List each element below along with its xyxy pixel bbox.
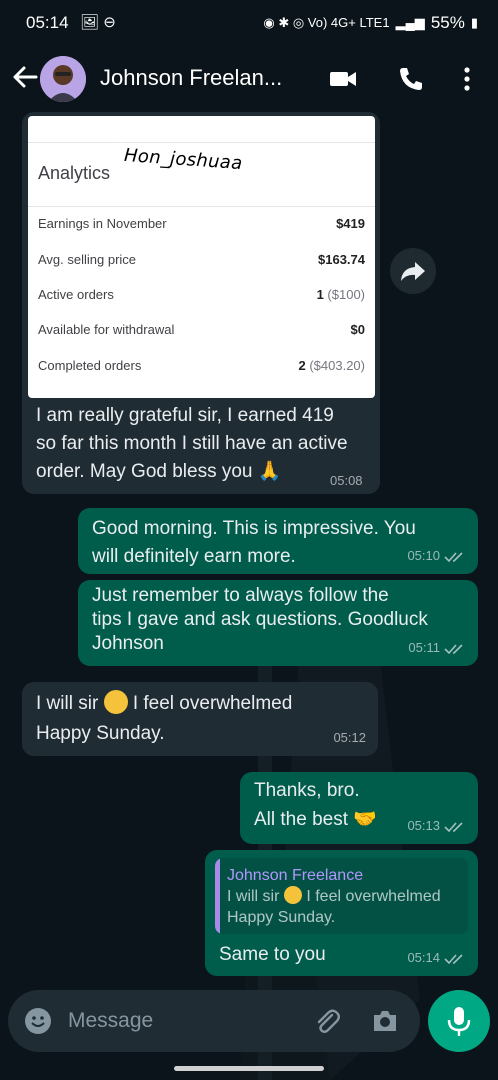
- row-value: $0: [350, 322, 365, 337]
- analytics-row: Earnings in November $419: [38, 216, 365, 231]
- message-bubble-outgoing[interactable]: Good morning. This is impressive. You wi…: [78, 508, 478, 574]
- attach-icon[interactable]: [312, 1006, 342, 1036]
- status-right: ◉ ✱ ◎ Vo) 4G+ LTE1 ▂▄▆ 55% ▮: [263, 13, 478, 33]
- battery-icon: ▮: [470, 15, 478, 30]
- signal-icon: ▂▄▆: [395, 15, 425, 30]
- chat-header: Johnson Freelan...: [0, 46, 498, 112]
- message-composer[interactable]: Message: [8, 990, 420, 1052]
- message-text: Same to you: [219, 944, 326, 965]
- phone-icon[interactable]: [396, 64, 426, 94]
- row-label: Earnings in November: [38, 216, 167, 231]
- read-receipt-icon: [444, 821, 463, 832]
- quote-accent-bar: [215, 858, 220, 934]
- connectivity-icons: ◉ ✱ ◎ Vo) 4G+ LTE1: [263, 15, 390, 30]
- analytics-row: Available for withdrawal $0: [38, 322, 365, 337]
- message-text: Good morning. This is impressive. You wi…: [92, 518, 416, 567]
- message-text: I am really grateful sir, I earned 419 s…: [36, 405, 348, 482]
- grinning-face-emoji-icon: [283, 885, 302, 904]
- back-arrow-icon[interactable]: [10, 60, 40, 94]
- notification-icons: 🖼 ⊖: [80, 14, 116, 31]
- contact-name[interactable]: Johnson Freelan...: [100, 65, 282, 91]
- row-subvalue: ($100): [327, 287, 365, 302]
- message-time: 05:12: [333, 730, 366, 745]
- forward-icon: [401, 262, 425, 281]
- more-options-icon[interactable]: [452, 64, 482, 94]
- grinning-face-emoji-icon: [103, 689, 128, 714]
- message-time: 05:14: [407, 950, 440, 965]
- microphone-icon: [447, 1007, 471, 1036]
- home-indicator[interactable]: [174, 1066, 324, 1071]
- analytics-row: Completed orders 2 ($403.20): [38, 358, 365, 373]
- message-bubble-outgoing[interactable]: Johnson Freelance I will sir I feel over…: [205, 850, 478, 976]
- row-label: Active orders: [38, 287, 114, 302]
- message-input[interactable]: Message: [68, 1009, 153, 1033]
- row-subvalue: ($403.20): [309, 358, 365, 373]
- emoji-icon[interactable]: [24, 1007, 52, 1035]
- analytics-row: Avg. selling price $163.74: [38, 252, 365, 267]
- analytics-row: Active orders 1 ($100): [38, 287, 365, 302]
- status-time: 05:14: [26, 13, 69, 32]
- message-time: 05:11: [408, 640, 440, 655]
- read-receipt-icon: [444, 953, 463, 964]
- voice-message-button[interactable]: [428, 990, 490, 1052]
- message-bubble-outgoing[interactable]: Thanks, bro. All the best 🤝 05:13: [240, 772, 478, 844]
- message-time: 05:08: [330, 473, 363, 488]
- message-text: Just remember to always follow the tips …: [92, 585, 428, 654]
- row-value: $419: [336, 216, 365, 231]
- analytics-title: Analytics: [38, 163, 111, 183]
- quote-text: I will sir: [227, 888, 284, 905]
- video-call-icon[interactable]: [328, 64, 358, 94]
- divider: [28, 206, 375, 207]
- divider: [28, 142, 375, 143]
- row-value: 2: [298, 358, 306, 373]
- row-label: Completed orders: [38, 358, 142, 373]
- message-time: 05:13: [407, 818, 440, 833]
- message-bubble-incoming[interactable]: I will sir I feel overwhelmed Happy Sund…: [22, 682, 378, 756]
- message-bubble-outgoing[interactable]: Just remember to always follow the tips …: [78, 580, 478, 666]
- battery-level: 55%: [430, 13, 465, 32]
- message-text: Thanks, bro. All the best 🤝: [254, 780, 377, 830]
- forward-button[interactable]: [390, 248, 436, 294]
- message-text: I will sir: [36, 693, 104, 714]
- row-value: $163.74: [318, 252, 365, 267]
- row-label: Available for withdrawal: [38, 322, 175, 337]
- read-receipt-icon: [444, 643, 463, 654]
- camera-icon[interactable]: [370, 1006, 400, 1036]
- quoted-message[interactable]: Johnson Freelance I will sir I feel over…: [215, 858, 468, 934]
- row-label: Avg. selling price: [38, 252, 137, 267]
- read-receipt-icon: [444, 551, 463, 562]
- row-value: 1: [316, 287, 324, 302]
- message-time: 05:10: [407, 548, 440, 563]
- contact-avatar[interactable]: [40, 56, 86, 102]
- status-bar: 05:14 🖼 ⊖ ◉ ✱ ◎ Vo) 4G+ LTE1 ▂▄▆ 55% ▮: [0, 0, 498, 46]
